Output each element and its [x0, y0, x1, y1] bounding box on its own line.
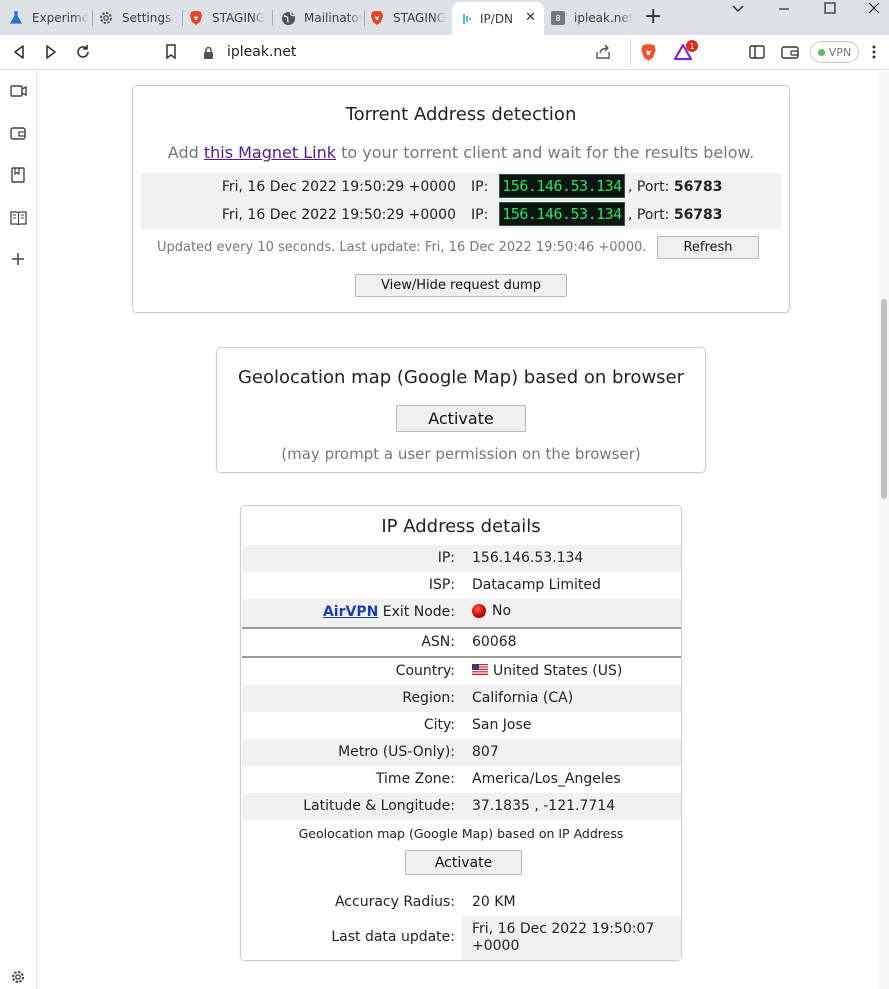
- brave-shields-icon[interactable]: [640, 43, 657, 66]
- minimize-button[interactable]: [777, 1, 791, 19]
- detail-row-city: City: San Jose: [423, 717, 532, 733]
- magnet-link[interactable]: this Magnet Link: [204, 143, 336, 162]
- ip-badge: 156.146.53.134: [499, 174, 625, 198]
- reading-list-icon[interactable]: [9, 208, 27, 226]
- ip-details-card: IP Address details IP: 156.146.53.134 IS…: [240, 505, 682, 961]
- sidebar-toggle-icon[interactable]: [747, 42, 767, 62]
- ipleak-favicon-icon: 8: [550, 10, 566, 26]
- detail-row-asn: ASN: 60068: [421, 634, 517, 650]
- detail-row-region: Region: California (CA): [242, 685, 681, 712]
- torrent-row: Fri, 16 Dec 2022 19:50:29 +0000 IP: 156.…: [141, 201, 781, 229]
- tab-settings[interactable]: Settings -: [98, 3, 178, 33]
- geolocation-browser-card: Geolocation map (Google Map) based on br…: [216, 347, 706, 473]
- url-text: ipleak.net: [227, 44, 297, 60]
- lock-icon: [203, 45, 214, 64]
- wallet-icon[interactable]: [780, 42, 800, 62]
- page-content: Torrent Address detection Add this Magne…: [38, 71, 879, 989]
- activate-browser-map-button[interactable]: Activate: [396, 405, 526, 432]
- tab-experiments[interactable]: Experimen: [8, 3, 88, 33]
- browser-sidebar: [0, 71, 37, 989]
- talk-icon[interactable]: [9, 82, 27, 100]
- detail-row-isp: ISP: Datacamp Limited: [428, 577, 601, 593]
- menu-icon[interactable]: [868, 42, 880, 62]
- brave-icon: [188, 10, 204, 26]
- flask-icon: [8, 10, 24, 26]
- bookmarks-icon[interactable]: [9, 166, 27, 184]
- ip-details-title: IP Address details: [381, 516, 541, 537]
- update-status-text: Updated every 10 seconds. Last update: F…: [157, 240, 647, 255]
- tab-mailinator[interactable]: Mailinator: [280, 3, 362, 33]
- detail-row-latlong: Latitude & Longitude: 37.1835 , -121.771…: [242, 793, 681, 820]
- scrollbar-thumb[interactable]: [881, 299, 887, 499]
- activate-ip-map-button[interactable]: Activate: [405, 850, 522, 875]
- reload-button[interactable]: [73, 42, 93, 62]
- torrent-intro: Add this Magnet Link to your torrent cli…: [167, 143, 755, 162]
- gear-icon[interactable]: [9, 968, 27, 986]
- torrent-detection-card: Torrent Address detection Add this Magne…: [132, 85, 790, 313]
- tab-search-button[interactable]: [731, 1, 745, 19]
- port-value: 56783: [673, 207, 723, 223]
- close-tab-icon[interactable]: ✕: [525, 10, 536, 25]
- tab-staging-2[interactable]: STAGING: [369, 3, 449, 33]
- ip-badge: 156.146.53.134: [499, 202, 625, 226]
- gear-icon: [98, 10, 114, 26]
- torrent-row: Fri, 16 Dec 2022 19:50:29 +0000 IP: 156.…: [141, 173, 781, 201]
- us-flag-icon: [472, 663, 488, 679]
- bookmark-icon[interactable]: [161, 42, 181, 62]
- detail-row-metro: Metro (US-Only): 807: [242, 739, 681, 766]
- share-icon[interactable]: [595, 44, 611, 64]
- tab-staging-1[interactable]: STAGING: [188, 3, 268, 33]
- detail-row-exit-node: AirVPN Exit Node: No: [242, 599, 681, 627]
- new-tab-button[interactable]: +: [644, 6, 662, 28]
- detail-row-last-update: Last data update: Fri, 16 Dec 2022 19:50…: [242, 916, 681, 960]
- detail-row-timezone: Time Zone: America/Los_Angeles: [375, 771, 621, 787]
- request-dump-button[interactable]: View/Hide request dump: [355, 274, 567, 297]
- wallet-icon[interactable]: [9, 124, 27, 142]
- red-status-dot-icon: [472, 604, 486, 618]
- address-bar[interactable]: ipleak.net 1: [193, 38, 701, 67]
- permission-note: (may prompt a user permission on the bro…: [281, 445, 641, 463]
- vpn-button[interactable]: VPN: [810, 41, 859, 63]
- geolocation-browser-title: Geolocation map (Google Map) based on br…: [237, 367, 685, 388]
- detail-row-country: Country: United States (US): [395, 663, 623, 679]
- close-window-button[interactable]: [867, 1, 881, 19]
- tab-ipleak-active[interactable]: IP/DN ✕: [452, 2, 544, 35]
- globe-icon: [280, 10, 296, 26]
- detail-row-ip: IP: 156.146.53.134: [242, 545, 681, 572]
- rewards-badge: 1: [686, 40, 698, 52]
- ipleak-favicon-icon: [462, 11, 472, 27]
- back-button[interactable]: [9, 42, 29, 62]
- detail-row-accuracy: Accuracy Radius: 20 KM: [334, 894, 516, 910]
- airvpn-link[interactable]: AirVPN: [323, 604, 378, 620]
- torrent-title: Torrent Address detection: [345, 104, 577, 125]
- port-value: 56783: [673, 179, 723, 195]
- browser-toolbar: ipleak.net 1 VPN: [0, 35, 889, 70]
- svg-text:8: 8: [555, 14, 560, 23]
- maximize-button[interactable]: [823, 1, 837, 19]
- refresh-button[interactable]: Refresh: [657, 236, 759, 259]
- brave-icon: [369, 10, 385, 26]
- page-scrollbar[interactable]: [879, 71, 889, 989]
- vpn-status-icon: [817, 48, 825, 56]
- add-icon[interactable]: [9, 250, 27, 268]
- forward-button[interactable]: [41, 42, 61, 62]
- tab-ipleak[interactable]: 8 ipleak.net: [550, 3, 634, 33]
- tab-strip: Experimen Settings - STAGING Mailinator …: [0, 0, 889, 35]
- ip-map-caption: Geolocation map (Google Map) based on IP…: [298, 826, 624, 841]
